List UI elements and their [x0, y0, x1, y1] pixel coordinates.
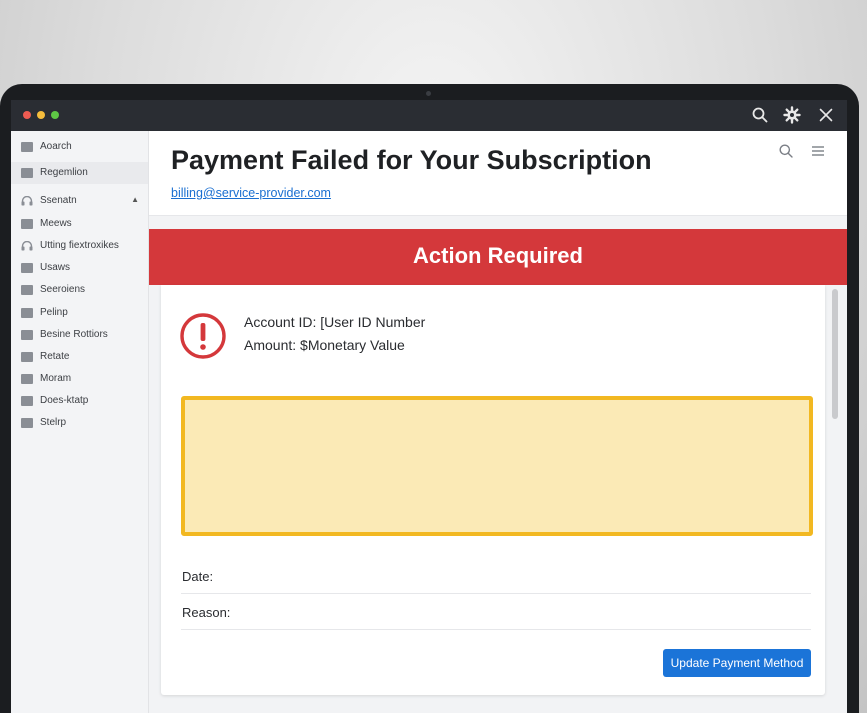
date-label: Date:: [182, 569, 214, 584]
folder-icon: [21, 352, 33, 362]
sidebar-item-label: Besine Rottiors: [40, 329, 108, 340]
camera: [426, 91, 431, 96]
account-id-text: Account ID: [User ID Number: [244, 314, 426, 330]
sidebar-item-utting[interactable]: Utting fiextroxikes: [11, 235, 148, 257]
sidebar-item-label: Utting fiextroxikes: [40, 240, 119, 251]
sidebar-item-label: Meews: [40, 218, 72, 229]
alert-icon: [180, 313, 226, 359]
window-titlebar: [11, 100, 847, 131]
sidebar-item-label: Moram: [40, 373, 72, 384]
warning-box: [181, 396, 813, 536]
sidebar-item-moram[interactable]: Moram: [11, 368, 148, 390]
folder-icon: [21, 418, 33, 428]
folder-icon: [21, 219, 33, 229]
action-required-banner: Action Required: [149, 229, 847, 285]
email-body-card: Account ID: [User ID Number Amount: $Mon…: [161, 285, 825, 695]
folder-icon: [21, 142, 33, 152]
sidebar-item-label: Stelrp: [40, 417, 67, 428]
sidebar-item-besine-rottiors[interactable]: Besine Rottiors: [11, 324, 148, 346]
headset-icon: [21, 241, 33, 251]
headset-icon: [21, 196, 33, 206]
sidebar-item-label: Ssenatn: [40, 195, 77, 206]
sidebar-item-label: Pelinp: [40, 307, 68, 318]
sender-email-link[interactable]: billing@service-provider.com: [171, 186, 331, 200]
sidebar-item-aoarch[interactable]: Aoarch: [11, 136, 148, 158]
sidebar-item-ssenatn[interactable]: Ssenatn ▲: [11, 190, 148, 212]
reason-label: Reason:: [182, 605, 231, 620]
sidebar-item-label: Usaws: [40, 262, 71, 273]
search-icon[interactable]: [750, 105, 770, 125]
email-header: Payment Failed for Your Subscription bil…: [149, 131, 847, 216]
menu-icon[interactable]: [810, 143, 826, 159]
update-payment-method-button[interactable]: Update Payment Method: [663, 649, 811, 677]
scrollbar-thumb[interactable]: [832, 289, 838, 419]
screen: Aoarch Regemlion Ssenatn ▲ Meews Utting …: [11, 100, 847, 713]
reason-row: Reason:: [181, 595, 811, 630]
folder-icon: [21, 263, 33, 273]
banner-text: Action Required: [413, 243, 583, 268]
chevron-up-icon[interactable]: ▲: [131, 195, 139, 204]
sidebar-item-retate[interactable]: Retate: [11, 346, 148, 368]
email-view: Payment Failed for Your Subscription bil…: [149, 131, 847, 713]
sidebar-item-does-ktatp[interactable]: Does-ktatp: [11, 390, 148, 412]
sidebar-item-label: Does-ktatp: [40, 395, 89, 406]
email-subject: Payment Failed for Your Subscription: [171, 145, 652, 175]
folder-icon: [21, 330, 33, 340]
close-icon[interactable]: [816, 105, 836, 125]
folder-icon: [21, 285, 33, 295]
folder-icon: [21, 396, 33, 406]
folder-icon: [21, 168, 33, 178]
sidebar-item-regemlion[interactable]: Regemlion: [11, 162, 148, 184]
device-frame: Aoarch Regemlion Ssenatn ▲ Meews Utting …: [0, 84, 859, 713]
sidebar-item-label: Regemlion: [40, 167, 88, 178]
minimize-window-button[interactable]: [37, 111, 45, 119]
sidebar-item-pelinp[interactable]: Pelinp: [11, 302, 148, 324]
close-window-button[interactable]: [23, 111, 31, 119]
folder-icon: [21, 374, 33, 384]
sidebar-item-seeroiens[interactable]: Seeroiens: [11, 279, 148, 301]
amount-text: Amount: $Monetary Value: [244, 337, 405, 353]
gear-icon[interactable]: [782, 105, 802, 125]
sidebar-item-label: Retate: [40, 351, 70, 362]
sidebar-item-usaws[interactable]: Usaws: [11, 257, 148, 279]
maximize-window-button[interactable]: [51, 111, 59, 119]
sidebar-item-meews[interactable]: Meews: [11, 213, 148, 235]
sidebar-item-stelrp[interactable]: Stelrp: [11, 412, 148, 434]
sidebar: Aoarch Regemlion Ssenatn ▲ Meews Utting …: [11, 131, 149, 713]
folder-icon: [21, 308, 33, 318]
sidebar-item-label: Aoarch: [40, 141, 72, 152]
sidebar-item-label: Seeroiens: [40, 284, 86, 295]
date-row: Date:: [181, 559, 811, 594]
search-icon[interactable]: [778, 143, 794, 159]
